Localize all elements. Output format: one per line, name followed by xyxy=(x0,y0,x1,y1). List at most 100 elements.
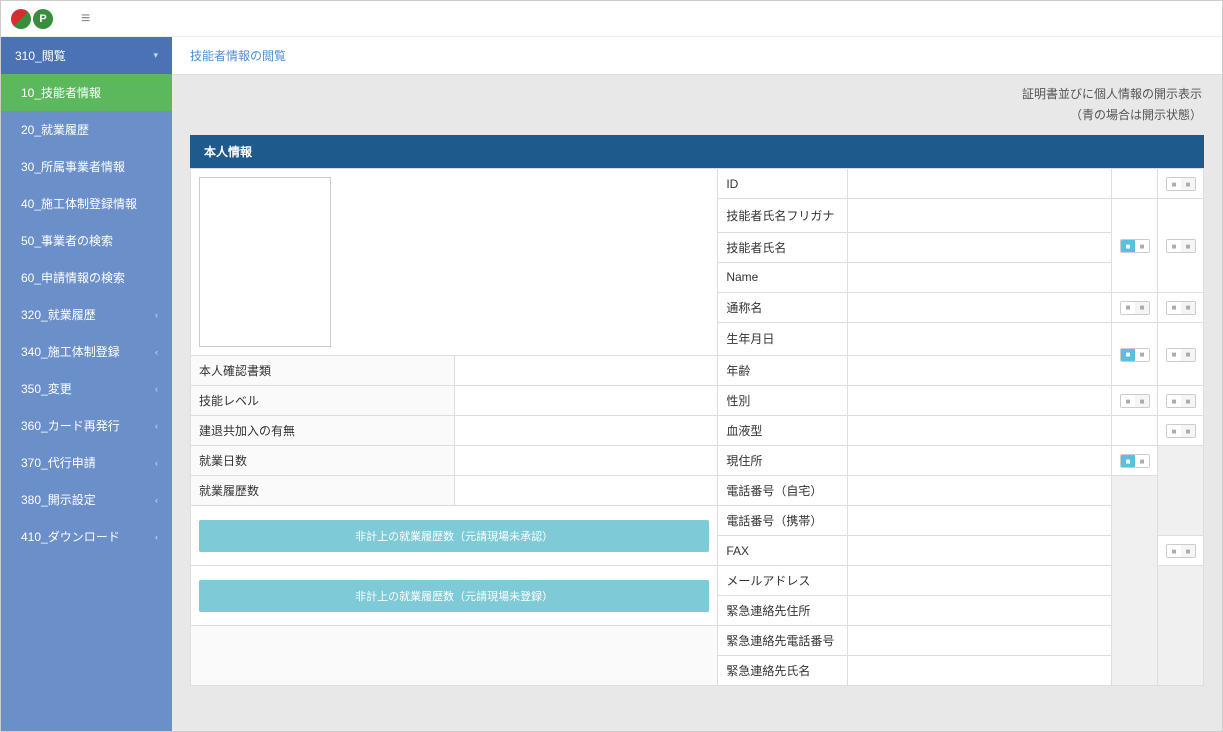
disclosure-toggle[interactable]: ■■ xyxy=(1120,239,1150,253)
left-value xyxy=(454,476,718,506)
disclosure-toggle[interactable]: ■■ xyxy=(1166,544,1196,558)
sidebar-item-label: 40_施工体制登録情報 xyxy=(21,195,137,212)
sidebar-sub-item[interactable]: 30_所属事業者情報 xyxy=(1,148,172,185)
toggle-cell: ■■ xyxy=(1158,199,1204,293)
row-value xyxy=(848,262,1112,292)
aux-button-cell: 非計上の就業履歴数（元請現場未承認） xyxy=(191,506,718,566)
toggle-cell: ■■ xyxy=(1112,322,1158,386)
section-col2 xyxy=(1142,143,1190,160)
row-value xyxy=(848,506,1112,536)
toggle-cell xyxy=(1112,476,1158,686)
row-value xyxy=(848,416,1112,446)
row-label: メールアドレス xyxy=(718,566,848,596)
topbar: P ≡ xyxy=(1,1,1222,37)
toggle-cell: ■■ xyxy=(1112,199,1158,293)
sidebar-item-label: 60_申請情報の検索 xyxy=(21,269,125,286)
chevron-left-icon: ‹ xyxy=(155,495,158,505)
sidebar-group-label: 410_ダウンロード xyxy=(21,528,120,545)
left-label: 就業日数 xyxy=(191,446,455,476)
toggle-cell xyxy=(1158,446,1204,536)
sidebar-group-label: 340_施工体制登録 xyxy=(21,343,120,360)
toggle-cell xyxy=(1112,416,1158,446)
photo-placeholder xyxy=(199,177,331,347)
row-label: 通称名 xyxy=(718,292,848,322)
row-value xyxy=(848,656,1112,686)
sidebar-group-310[interactable]: 310_閲覧 ▾ xyxy=(1,37,172,74)
row-value xyxy=(848,232,1112,262)
disclosure-toggle[interactable]: ■■ xyxy=(1166,239,1196,253)
sidebar-sub-item[interactable]: 20_就業履歴 xyxy=(1,111,172,148)
aux-button-cell: 非計上の就業履歴数（元請現場未登録） xyxy=(191,566,718,626)
left-value xyxy=(454,446,718,476)
toggle-cell: ■■ xyxy=(1158,416,1204,446)
row-label: Name xyxy=(718,262,848,292)
toggle-cell: ■■ xyxy=(1158,536,1204,566)
row-label: 緊急連絡先住所 xyxy=(718,596,848,626)
disclosure-toggle[interactable]: ■■ xyxy=(1166,424,1196,438)
row-value xyxy=(848,476,1112,506)
unregistered-history-button[interactable]: 非計上の就業履歴数（元請現場未登録） xyxy=(199,580,709,612)
row-label: ID xyxy=(718,169,848,199)
row-label: 緊急連絡先電話番号 xyxy=(718,626,848,656)
disclosure-toggle[interactable]: ■■ xyxy=(1166,348,1196,362)
row-label: 性別 xyxy=(718,386,848,416)
toggle-cell: ■■ xyxy=(1158,322,1204,386)
left-value xyxy=(454,386,718,416)
section-header-personal-info: 本人情報 xyxy=(190,135,1204,168)
sidebar: 310_閲覧 ▾ 10_技能者情報 20_就業履歴30_所属事業者情報 40_施工体… xyxy=(1,37,172,731)
hamburger-icon[interactable]: ≡ xyxy=(81,10,90,28)
sidebar-sub-item[interactable]: 50_事業者の検索 xyxy=(1,222,172,259)
chevron-left-icon: ‹ xyxy=(155,458,158,468)
left-label: 建退共加入の有無 xyxy=(191,416,455,446)
left-value xyxy=(454,416,718,446)
section-col1 xyxy=(1094,143,1142,160)
disclosure-toggle[interactable]: ■■ xyxy=(1120,394,1150,408)
disclosure-toggle[interactable]: ■■ xyxy=(1120,454,1150,468)
row-value xyxy=(848,169,1112,199)
chevron-left-icon: ‹ xyxy=(155,421,158,431)
disclosure-toggle[interactable]: ■■ xyxy=(1166,394,1196,408)
logo-p-icon: P xyxy=(33,9,53,29)
chevron-left-icon: ‹ xyxy=(155,310,158,320)
sidebar-group-label: 350_変更 xyxy=(21,380,72,397)
disclosure-toggle[interactable]: ■■ xyxy=(1120,348,1150,362)
left-value xyxy=(454,356,718,386)
sidebar-item-label: 10_技能者情報 xyxy=(21,84,101,101)
sidebar-sub-item[interactable]: 40_施工体制登録情報 xyxy=(1,185,172,222)
toggle-cell xyxy=(1158,566,1204,686)
sidebar-group[interactable]: 380_開示設定 ‹ xyxy=(1,481,172,518)
chevron-down-icon: ▾ xyxy=(153,50,158,61)
sidebar-group[interactable]: 320_就業履歴‹ xyxy=(1,296,172,333)
row-value xyxy=(848,446,1112,476)
toggle-cell: ■■ xyxy=(1112,292,1158,322)
row-label: 血液型 xyxy=(718,416,848,446)
row-value xyxy=(848,356,1112,386)
section-title: 本人情報 xyxy=(204,143,1094,160)
main-content: 技能者情報の閲覧 証明書並びに個人情報の開示表示 （青の場合は開示状態） 本人情… xyxy=(172,37,1222,731)
sidebar-group[interactable]: 340_施工体制登録‹ xyxy=(1,333,172,370)
toggle-cell: ■■ xyxy=(1158,169,1204,199)
disclosure-toggle[interactable]: ■■ xyxy=(1120,301,1150,315)
sidebar-group-label: 380_開示設定 xyxy=(21,491,96,508)
row-value xyxy=(848,199,1112,233)
left-label: 技能レベル xyxy=(191,386,455,416)
sidebar-group[interactable]: 410_ダウンロード‹ xyxy=(1,518,172,555)
row-label: 技能者氏名 xyxy=(718,232,848,262)
toggle-cell: ■■ xyxy=(1112,446,1158,476)
sidebar-sub-item[interactable]: 60_申請情報の検索 xyxy=(1,259,172,296)
left-label: 就業履歴数 xyxy=(191,476,455,506)
row-label: 年齢 xyxy=(718,356,848,386)
toggle-cell xyxy=(1112,169,1158,199)
left-empty xyxy=(191,626,718,686)
sidebar-group-label: 370_代行申請 xyxy=(21,454,96,471)
disclosure-toggle[interactable]: ■■ xyxy=(1166,177,1196,191)
row-value xyxy=(848,596,1112,626)
unapproved-history-button[interactable]: 非計上の就業履歴数（元請現場未承認） xyxy=(199,520,709,552)
sidebar-group[interactable]: 350_変更‹ xyxy=(1,370,172,407)
disclosure-toggle[interactable]: ■■ xyxy=(1166,301,1196,315)
sidebar-group-label: 310_閲覧 xyxy=(15,47,66,64)
disclosure-note-line2: （青の場合は開示状態） xyxy=(172,106,1222,135)
sidebar-group[interactable]: 360_カード再発行‹ xyxy=(1,407,172,444)
sidebar-sub-item[interactable]: 10_技能者情報 xyxy=(1,74,172,111)
sidebar-group[interactable]: 370_代行申請 ‹ xyxy=(1,444,172,481)
